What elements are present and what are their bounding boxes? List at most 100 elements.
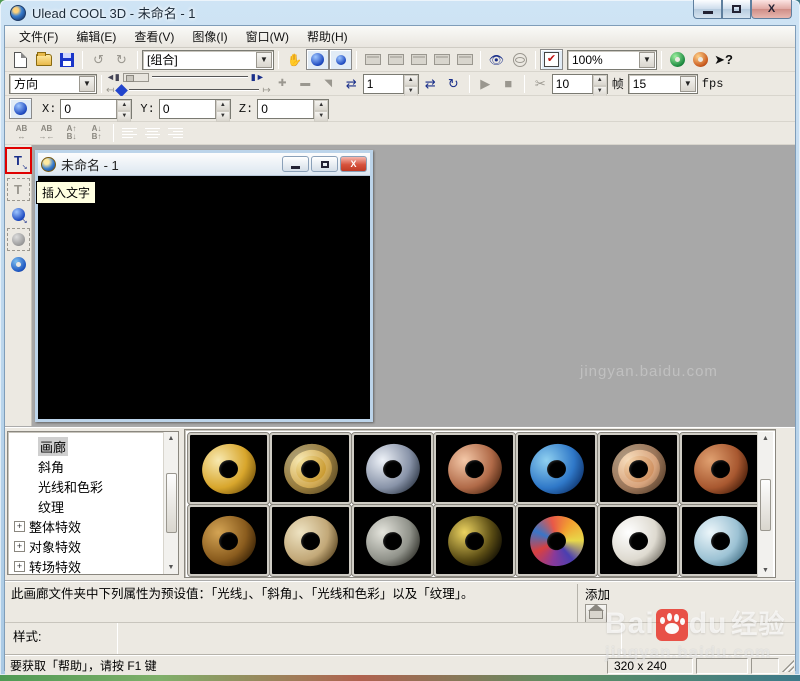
doc-close-button[interactable]: X <box>340 156 367 172</box>
gallery-item[interactable] <box>433 432 516 505</box>
quality-toggle-button[interactable]: ✔ <box>540 49 563 70</box>
open-button[interactable] <box>32 49 55 70</box>
mini-slider[interactable] <box>122 72 149 82</box>
doc-restore-button[interactable] <box>311 156 338 172</box>
zoom-combo[interactable]: 100% ▼ <box>567 49 657 70</box>
edit-graphics-button[interactable] <box>6 228 30 251</box>
add-keyframe-button[interactable]: ✚ <box>271 73 294 94</box>
spin-up-icon[interactable]: ▲ <box>314 99 329 111</box>
spin-up-icon[interactable]: ▲ <box>403 74 418 86</box>
expand-plus-icon[interactable]: + <box>14 560 25 572</box>
rotate-axis-button[interactable] <box>9 98 32 119</box>
gallery-item[interactable] <box>679 504 762 577</box>
doc-minimize-button[interactable] <box>282 156 309 172</box>
export-web-button[interactable] <box>689 49 712 70</box>
direction-combo[interactable]: 方向 ▼ <box>9 73 97 94</box>
window-mode-2-button[interactable] <box>384 49 407 70</box>
play-button[interactable]: ▶ <box>474 73 497 94</box>
save-button[interactable] <box>55 49 78 70</box>
menu-help[interactable]: 帮助(H) <box>299 26 356 47</box>
spin-down-icon[interactable]: ▼ <box>215 110 230 122</box>
spin-down-icon[interactable]: ▼ <box>117 110 132 122</box>
loop-mode-button[interactable]: ⇄ <box>419 73 442 94</box>
object-style-button[interactable] <box>7 253 30 276</box>
preview-button[interactable]: 👁 <box>485 49 508 70</box>
increase-leading-button[interactable]: A↑ B↓ <box>59 124 84 143</box>
gallery-item[interactable] <box>351 432 434 505</box>
scroll-up-icon[interactable]: ▲ <box>762 432 769 445</box>
export-image-button[interactable] <box>666 49 689 70</box>
total-frames-stepper[interactable]: 10 ▲ ▼ <box>551 73 608 97</box>
menu-file[interactable]: 文件(F) <box>11 26 66 47</box>
first-frame-icon[interactable]: ◄▮ <box>106 72 120 83</box>
gallery-item[interactable] <box>187 504 270 577</box>
chevron-down-icon[interactable]: ▼ <box>639 51 655 68</box>
delete-keyframe-button[interactable]: ▬ <box>294 73 317 94</box>
scrollbar-thumb[interactable] <box>165 473 177 533</box>
condense-spacing-button[interactable]: AB →← <box>34 124 59 143</box>
title-bar[interactable]: Ulead COOL 3D - 未命名 - 1 X <box>4 0 796 25</box>
spin-down-icon[interactable]: ▼ <box>592 85 607 97</box>
tree-scrollbar[interactable]: ▲ ▼ <box>163 432 178 574</box>
fps-combo[interactable]: 15 ▼ <box>627 73 698 94</box>
timeline-track[interactable] <box>151 76 248 78</box>
window-mode-3-button[interactable] <box>407 49 430 70</box>
undo-button[interactable]: ↺ <box>87 49 110 70</box>
gallery-scrollbar[interactable]: ▲ ▼ <box>757 432 773 577</box>
chevron-down-icon[interactable]: ▼ <box>79 75 95 92</box>
record-button[interactable]: ✂ <box>529 73 552 94</box>
document-title-bar[interactable]: 未命名 - 1 X <box>38 153 370 176</box>
spin-down-icon[interactable]: ▼ <box>314 110 329 122</box>
minimize-button[interactable] <box>693 0 722 19</box>
new-button[interactable] <box>9 49 32 70</box>
resize-grip[interactable] <box>782 659 794 672</box>
keyframe-diamond-handle[interactable] <box>115 83 129 97</box>
effects-tree[interactable]: 画廊 斜角 光线和色彩 纹理 + 整体特效 + 对象特效 + 转场特效 ▲ ▼ <box>7 431 179 575</box>
gallery-item[interactable] <box>351 504 434 577</box>
gallery-item[interactable] <box>433 504 516 577</box>
web-button[interactable] <box>508 49 531 70</box>
fwd-arrow-icon[interactable]: ↦ <box>262 85 270 96</box>
scroll-up-icon[interactable]: ▲ <box>168 432 175 445</box>
spin-up-icon[interactable]: ▲ <box>117 99 132 111</box>
context-help-button[interactable]: ➤? <box>712 49 735 70</box>
maximize-button[interactable] <box>722 0 751 19</box>
align-left-button[interactable] <box>118 123 141 144</box>
align-right-button[interactable] <box>164 123 187 144</box>
gallery-item[interactable] <box>515 504 598 577</box>
menu-view[interactable]: 查看(V) <box>126 26 182 47</box>
cycle-mode-button[interactable]: ↻ <box>442 73 465 94</box>
back-arrow-icon[interactable]: ↤ <box>106 85 114 96</box>
insert-graphics-button[interactable]: ↘ <box>7 203 30 226</box>
tree-item-texture[interactable]: 纹理 <box>12 496 178 516</box>
expand-plus-icon[interactable]: + <box>14 520 25 532</box>
resize-tool-button[interactable] <box>329 49 352 70</box>
expand-spacing-button[interactable]: AB ↔ <box>9 124 34 143</box>
tree-item-object-fx[interactable]: + 对象特效 <box>12 536 178 556</box>
reverse-keys-button[interactable]: ◥ <box>317 73 340 94</box>
insert-text-button[interactable]: T ↘ <box>4 147 32 174</box>
tree-item-light-color[interactable]: 光线和色彩 <box>12 476 178 496</box>
scroll-down-icon[interactable]: ▼ <box>168 561 175 574</box>
tree-item-gallery[interactable]: 画廊 <box>12 436 178 456</box>
spin-down-icon[interactable]: ▼ <box>403 85 418 97</box>
spin-up-icon[interactable]: ▲ <box>592 74 607 86</box>
align-center-button[interactable] <box>141 123 164 144</box>
gallery-item[interactable] <box>187 432 270 505</box>
current-frame-stepper[interactable]: 1 ▲ ▼ <box>362 73 419 97</box>
tree-item-bevel[interactable]: 斜角 <box>12 456 178 476</box>
x-stepper[interactable]: 0 ▲ ▼ <box>60 98 133 122</box>
gallery-item[interactable] <box>597 432 680 505</box>
loop-toggle-button[interactable]: ⇄ <box>340 73 363 94</box>
group-combo[interactable]: [组合] ▼ <box>142 49 274 70</box>
tree-item-global-fx[interactable]: + 整体特效 <box>12 516 178 536</box>
tree-item-transition-fx[interactable]: + 转场特效 <box>12 556 178 574</box>
gallery-item[interactable] <box>269 432 352 505</box>
expand-plus-icon[interactable]: + <box>14 540 25 552</box>
stop-button[interactable]: ■ <box>497 73 520 94</box>
menu-image[interactable]: 图像(I) <box>184 26 235 47</box>
add-button[interactable] <box>585 604 607 624</box>
redo-button[interactable]: ↻ <box>110 49 133 70</box>
window-mode-5-button[interactable] <box>453 49 476 70</box>
rotate-tool-button[interactable] <box>306 49 329 70</box>
